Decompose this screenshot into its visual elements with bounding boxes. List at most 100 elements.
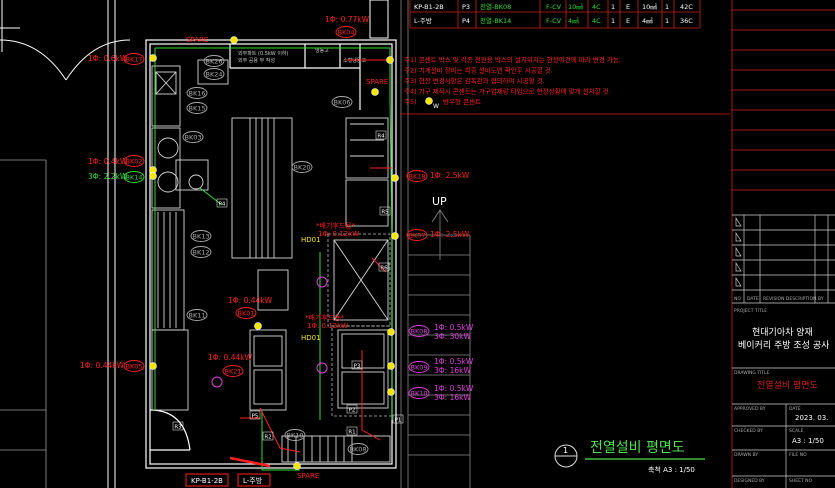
equipment-tag-bk10: BK10 [408, 387, 430, 399]
equipment-tag-bk24: BK24 [203, 68, 225, 80]
svg-text:1: 1 [665, 17, 669, 25]
load-bk21: 1Φ: 0.44kW [208, 353, 253, 362]
svg-text:BK24: BK24 [206, 70, 223, 78]
svg-text:P5: P5 [252, 414, 259, 420]
svg-text:42C: 42C [680, 3, 693, 11]
hood-device-2: HD01 [301, 334, 321, 342]
svg-text:BK07: BK07 [409, 231, 426, 239]
svg-text:E: E [626, 3, 630, 11]
schedule-row: KP-B1-2B P3 전열-BK08 F-CV 10㎟ 4C 1 E 10㎟ 1 42C [414, 2, 693, 11]
schedule-row: L-주방 P4 전열-BK14 F-CV 4㎟ 4C 1 E 4㎟ 1 36C [414, 16, 693, 25]
rev-header-no: NO [734, 296, 741, 302]
load-bk18: 1Φ: 2.5kW [430, 171, 470, 180]
load-bk09a: 1Φ: 0.5kW [434, 357, 474, 366]
svg-text:BK14: BK14 [126, 173, 143, 181]
point-tag-r3: R3 [172, 421, 184, 431]
svg-text:L-주방: L-주방 [414, 16, 432, 25]
equipment-tag-bk19: BK19 [284, 429, 306, 441]
svg-text:10㎟: 10㎟ [642, 2, 657, 11]
svg-text:BK03: BK03 [185, 133, 202, 141]
room-note-2: 외부 공용 부 작성 [238, 57, 275, 64]
svg-text:BK02: BK02 [126, 157, 143, 165]
svg-text:P3: P3 [354, 364, 361, 370]
svg-text:전열-BK14: 전열-BK14 [480, 16, 511, 25]
svg-text:BK10: BK10 [411, 389, 428, 397]
rainproof-outlet-w: W [433, 103, 439, 110]
date-label: DATE [789, 406, 801, 412]
svg-text:1: 1 [665, 3, 669, 11]
hood-title-1: *배기후드용* [316, 221, 356, 230]
load-bk04: 1Φ: 0.77kW [325, 15, 370, 24]
rev-header-desc: REVISION DESCRIPTION [763, 296, 816, 302]
svg-text:BK19: BK19 [287, 431, 304, 439]
svg-text:E: E [626, 17, 630, 25]
svg-text:4C: 4C [592, 3, 601, 11]
svg-text:BK26: BK26 [206, 57, 223, 65]
equipment-tag-bk08: BK08 [408, 325, 430, 337]
note-line-5: 주5) [404, 98, 417, 106]
drawing-name: 전열설비 평면도 [590, 440, 685, 456]
panel-tag-1: KP-B1-2B [191, 477, 223, 485]
load-bk17: 1Φ: 0.6kW [88, 54, 128, 63]
stair-up-label: UP [432, 195, 447, 208]
svg-text:BK09: BK09 [411, 363, 428, 371]
exterior-door-arcs [0, 0, 389, 488]
hood-load-2: 1Φ: 0.12kW [307, 322, 348, 330]
svg-text:BK16: BK16 [189, 89, 206, 97]
svg-text:R6: R6 [380, 266, 388, 272]
load-bk05: 1Φ: 0.44kW [80, 361, 125, 370]
equipment-tag-bk11: BK11 [186, 309, 208, 321]
svg-text:BK15: BK15 [189, 104, 206, 112]
electrical-floor-plan: UP 외부파트 (0.5kW 이하) 외부 공용 부 작성 냉동고 소형냉동고 [0, 0, 835, 488]
svg-text:BK18: BK18 [409, 172, 426, 180]
panel-tag-2: L-주방 [243, 476, 263, 485]
equipment-tag-bk06: BK06 [331, 96, 353, 108]
load-bk01: 1Φ: 0.44kW [228, 296, 273, 305]
equipment-tag-bk26: BK26 [203, 55, 225, 67]
equipment-tag-bk13: BK13 [190, 230, 212, 242]
svg-text:KP-B1-2B: KP-B1-2B [414, 3, 444, 11]
svg-text:10㎟: 10㎟ [568, 2, 583, 11]
hood-load-1: 1Φ: 0.12kW [318, 230, 359, 238]
svg-text:BK06: BK06 [334, 98, 351, 106]
svg-text:BK11: BK11 [189, 311, 206, 319]
svg-text:R4: R4 [377, 134, 385, 140]
svg-text:P1: P1 [395, 418, 402, 424]
kitchen-furniture [151, 59, 391, 463]
scale-value: A3 : 1/50 [792, 437, 824, 445]
load-bk09b: 3Φ: 16kW [434, 366, 471, 375]
drawing-scale: 축척 A3 : 1/50 [648, 465, 695, 474]
drawing-number: 1 [563, 446, 568, 455]
equipment-tag-bk07: BK07 [406, 229, 428, 241]
svg-text:1: 1 [611, 3, 615, 11]
svg-text:BK08: BK08 [350, 445, 367, 453]
file-no-label: FILE NO [789, 452, 807, 458]
note-line-1: 주1) 콘센트 박스 및 각종 전원용 박스의 설치위치는 현장여건에 따라 변… [404, 55, 621, 64]
point-tag-r1: R1 [346, 426, 358, 436]
note-line-3: 주3) 현장 변경사항은 감독관과 협의하여 시공할 것. [404, 76, 545, 85]
svg-text:R3: R3 [174, 425, 182, 431]
drawn-by-label: DRAWN BY [734, 452, 758, 458]
svg-text:BK21: BK21 [225, 367, 242, 375]
load-bk10b: 3Φ: 16kW [434, 393, 471, 402]
equipment-tag-bk09: BK09 [408, 361, 430, 373]
spare-label-right: SPARE [366, 78, 388, 86]
svg-text:BK20: BK20 [294, 163, 311, 171]
load-bk08b: 3Φ: 30kW [434, 332, 471, 341]
checked-by-label: CHECKED BY [734, 428, 763, 434]
load-bk08a: 1Φ: 0.5kW [434, 323, 474, 332]
svg-text:BK12: BK12 [193, 248, 210, 256]
equipment-tag-bk04: BK04 [335, 26, 357, 38]
note-rainproof: 방우형 콘센트 [443, 97, 481, 106]
hood-title-2: *배기후드용* [305, 313, 345, 322]
rainproof-outlet-symbol [425, 97, 433, 105]
svg-text:BK08: BK08 [411, 327, 428, 335]
equipment-tag-bk16: BK16 [186, 87, 208, 99]
spare-label-top: SPARE [186, 36, 208, 44]
rev-header-date: DATE [747, 296, 759, 302]
point-tag-r2: R2 [262, 431, 274, 441]
room-note-1: 외부파트 (0.5kW 이하) [238, 50, 289, 57]
load-bk02: 1Φ: 0.4kW [88, 157, 128, 166]
equipment-tag-bk15: BK15 [186, 102, 208, 114]
point-tag-r4: R4 [375, 130, 387, 140]
